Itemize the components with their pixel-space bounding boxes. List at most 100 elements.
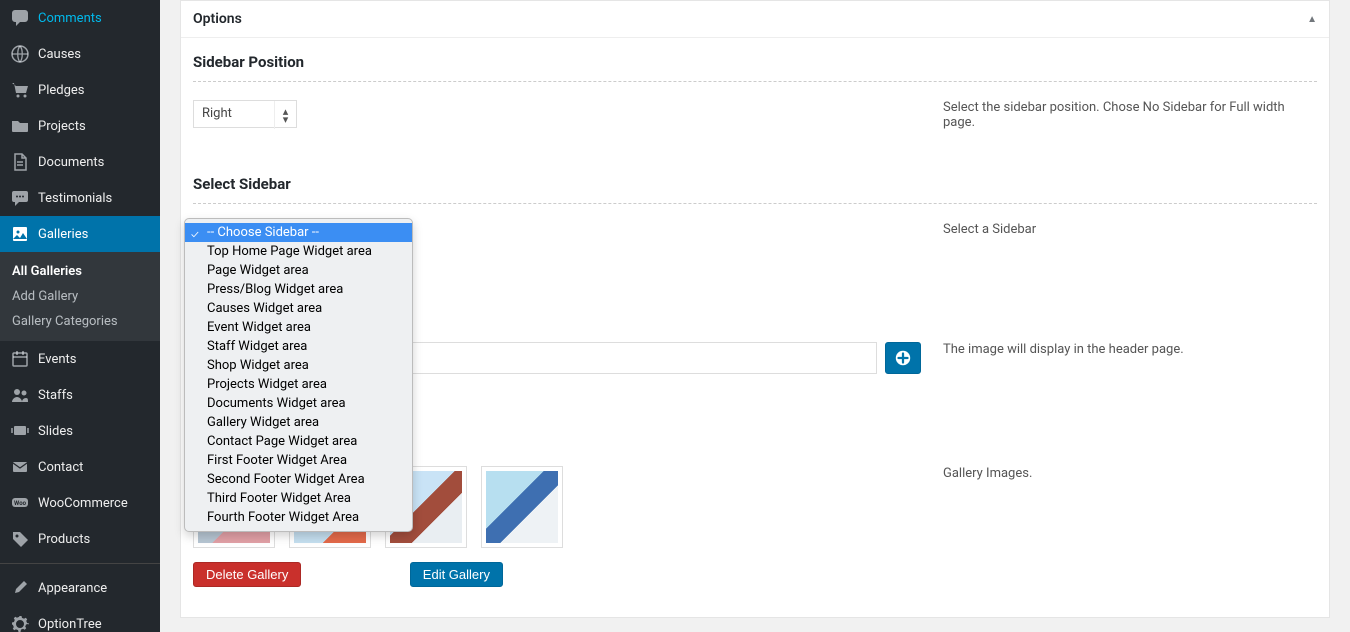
options-panel: Options ▲ Sidebar Position Right ▴▾ Sele… <box>180 0 1330 618</box>
edit-gallery-button[interactable]: Edit Gallery <box>410 562 503 587</box>
sidebar-item-documents[interactable]: Documents <box>0 144 160 180</box>
dropdown-option[interactable]: Fourth Footer Widget Area <box>185 508 412 527</box>
sidebar-label: Contact <box>38 460 83 475</box>
folder-icon <box>10 116 30 136</box>
gallery-thumb[interactable] <box>481 466 563 548</box>
dropdown-option-label: Second Footer Widget Area <box>207 472 365 487</box>
gallery-images-description: Gallery Images. <box>943 466 1317 605</box>
dropdown-option[interactable]: Gallery Widget area <box>185 413 412 432</box>
main-content: Options ▲ Sidebar Position Right ▴▾ Sele… <box>160 0 1350 632</box>
sidebar-item-appearance[interactable]: Appearance <box>0 570 160 606</box>
section-sidebar-position: Sidebar Position Right ▴▾ Select the sid… <box>193 38 1317 160</box>
select-sidebar-dropdown[interactable]: ✓-- Choose Sidebar -- Top Home Page Widge… <box>184 218 413 532</box>
dropdown-option-label: Top Home Page Widget area <box>207 244 372 259</box>
dropdown-option[interactable]: Event Widget area <box>185 318 412 337</box>
dropdown-option-label: Gallery Widget area <box>207 415 319 430</box>
svg-text:Woo: Woo <box>14 500 27 507</box>
submenu-add-gallery[interactable]: Add Gallery <box>0 284 160 309</box>
brush-icon <box>10 578 30 598</box>
dropdown-option-label: Projects Widget area <box>207 377 327 392</box>
dropdown-option[interactable]: Documents Widget area <box>185 394 412 413</box>
section-title: Sidebar Position <box>193 53 1317 82</box>
sidebar-item-projects[interactable]: Projects <box>0 108 160 144</box>
sidebar-label: Staffs <box>38 388 73 403</box>
section-title: Select Sidebar <box>193 175 1317 204</box>
users-icon <box>10 385 30 405</box>
sidebar-label: WooCommerce <box>38 496 128 511</box>
sidebar-item-pledges[interactable]: Pledges <box>0 72 160 108</box>
gallery-image-icon <box>486 471 558 543</box>
sidebar-item-events[interactable]: Events <box>0 341 160 377</box>
calendar-icon <box>10 349 30 369</box>
sidebar-label: Documents <box>38 155 104 170</box>
sidebar-item-products[interactable]: Products <box>0 521 160 557</box>
options-title: Options <box>193 11 242 27</box>
sidebar-item-woocommerce[interactable]: Woo WooCommerce <box>0 485 160 521</box>
dropdown-option-label: Shop Widget area <box>207 358 309 373</box>
sidebar-label: Projects <box>38 119 86 134</box>
document-icon <box>10 152 30 172</box>
sidebar-label: Events <box>38 352 76 367</box>
globe-icon <box>10 44 30 64</box>
sidebar-label: Galleries <box>38 227 88 242</box>
dropdown-option[interactable]: Top Home Page Widget area <box>185 242 412 261</box>
dropdown-option-label: Page Widget area <box>207 263 309 278</box>
dropdown-option[interactable]: Projects Widget area <box>185 375 412 394</box>
submenu-all-galleries[interactable]: All Galleries <box>0 259 160 284</box>
sidebar-item-contact[interactable]: Contact <box>0 449 160 485</box>
tag-icon <box>10 529 30 549</box>
plus-circle-icon <box>894 349 912 367</box>
sidebar-label: Products <box>38 532 90 547</box>
dropdown-option[interactable]: First Footer Widget Area <box>185 451 412 470</box>
dropdown-option-label: Third Footer Widget Area <box>207 491 351 506</box>
sidebar-position-select[interactable]: Right ▴▾ <box>193 100 297 128</box>
dropdown-option[interactable]: Contact Page Widget area <box>185 432 412 451</box>
sidebar-item-galleries[interactable]: Galleries <box>0 216 160 252</box>
dropdown-option[interactable]: Page Widget area <box>185 261 412 280</box>
header-image-description: The image will display in the header pag… <box>943 342 1317 374</box>
sidebar-label: Appearance <box>38 581 107 596</box>
sidebar-submenu-galleries: All Galleries Add Gallery Gallery Catego… <box>0 252 160 341</box>
delete-gallery-button[interactable]: Delete Gallery <box>193 562 301 587</box>
dropdown-option-label: Contact Page Widget area <box>207 434 357 449</box>
sidebar-label: Slides <box>38 424 73 439</box>
dropdown-option[interactable]: Third Footer Widget Area <box>185 489 412 508</box>
options-panel-header[interactable]: Options ▲ <box>181 1 1329 38</box>
gallery-icon <box>10 224 30 244</box>
sidebar-label: OptionTree <box>38 617 102 632</box>
sidebar-item-causes[interactable]: Causes <box>0 36 160 72</box>
sidebar-item-comments[interactable]: Comments <box>0 0 160 36</box>
sidebar-item-staffs[interactable]: Staffs <box>0 377 160 413</box>
cart-icon <box>10 80 30 100</box>
woocommerce-icon: Woo <box>10 493 30 513</box>
dropdown-option[interactable]: Staff Widget area <box>185 337 412 356</box>
mail-icon <box>10 457 30 477</box>
chat-icon <box>10 188 30 208</box>
submenu-gallery-categories[interactable]: Gallery Categories <box>0 309 160 334</box>
dropdown-option[interactable]: ✓-- Choose Sidebar -- <box>185 223 412 242</box>
dropdown-option[interactable]: Second Footer Widget Area <box>185 470 412 489</box>
add-header-image-button[interactable] <box>885 342 921 374</box>
collapse-icon: ▲ <box>1307 14 1317 25</box>
sidebar-item-testimonials[interactable]: Testimonials <box>0 180 160 216</box>
dropdown-option-label: Causes Widget area <box>207 301 322 316</box>
dropdown-option[interactable]: Causes Widget area <box>185 299 412 318</box>
dropdown-option-label: -- Choose Sidebar -- <box>207 225 319 240</box>
select-sidebar-description: Select a Sidebar <box>943 222 1317 250</box>
dropdown-option-label: Press/Blog Widget area <box>207 282 343 297</box>
sidebar-item-optiontree[interactable]: OptionTree <box>0 606 160 632</box>
dropdown-option-label: Staff Widget area <box>207 339 307 354</box>
section-select-sidebar: Select Sidebar -- Choose Sidebar -- ▴▾ ✓… <box>193 160 1317 280</box>
dropdown-option[interactable]: Press/Blog Widget area <box>185 280 412 299</box>
dropdown-option[interactable]: Shop Widget area <box>185 356 412 375</box>
dropdown-option-label: Documents Widget area <box>207 396 346 411</box>
sidebar-label: Comments <box>38 11 102 26</box>
gear-icon <box>10 614 30 632</box>
sidebar-position-description: Select the sidebar position. Chose No Si… <box>943 100 1317 130</box>
sidebar-position-value: Right <box>202 106 232 121</box>
sidebar-label: Testimonials <box>38 191 112 206</box>
sidebar-label: Pledges <box>38 83 85 98</box>
sidebar-item-slides[interactable]: Slides <box>0 413 160 449</box>
admin-sidebar: Comments Causes Pledges Projects Documen… <box>0 0 160 632</box>
sidebar-label: Causes <box>38 47 81 62</box>
